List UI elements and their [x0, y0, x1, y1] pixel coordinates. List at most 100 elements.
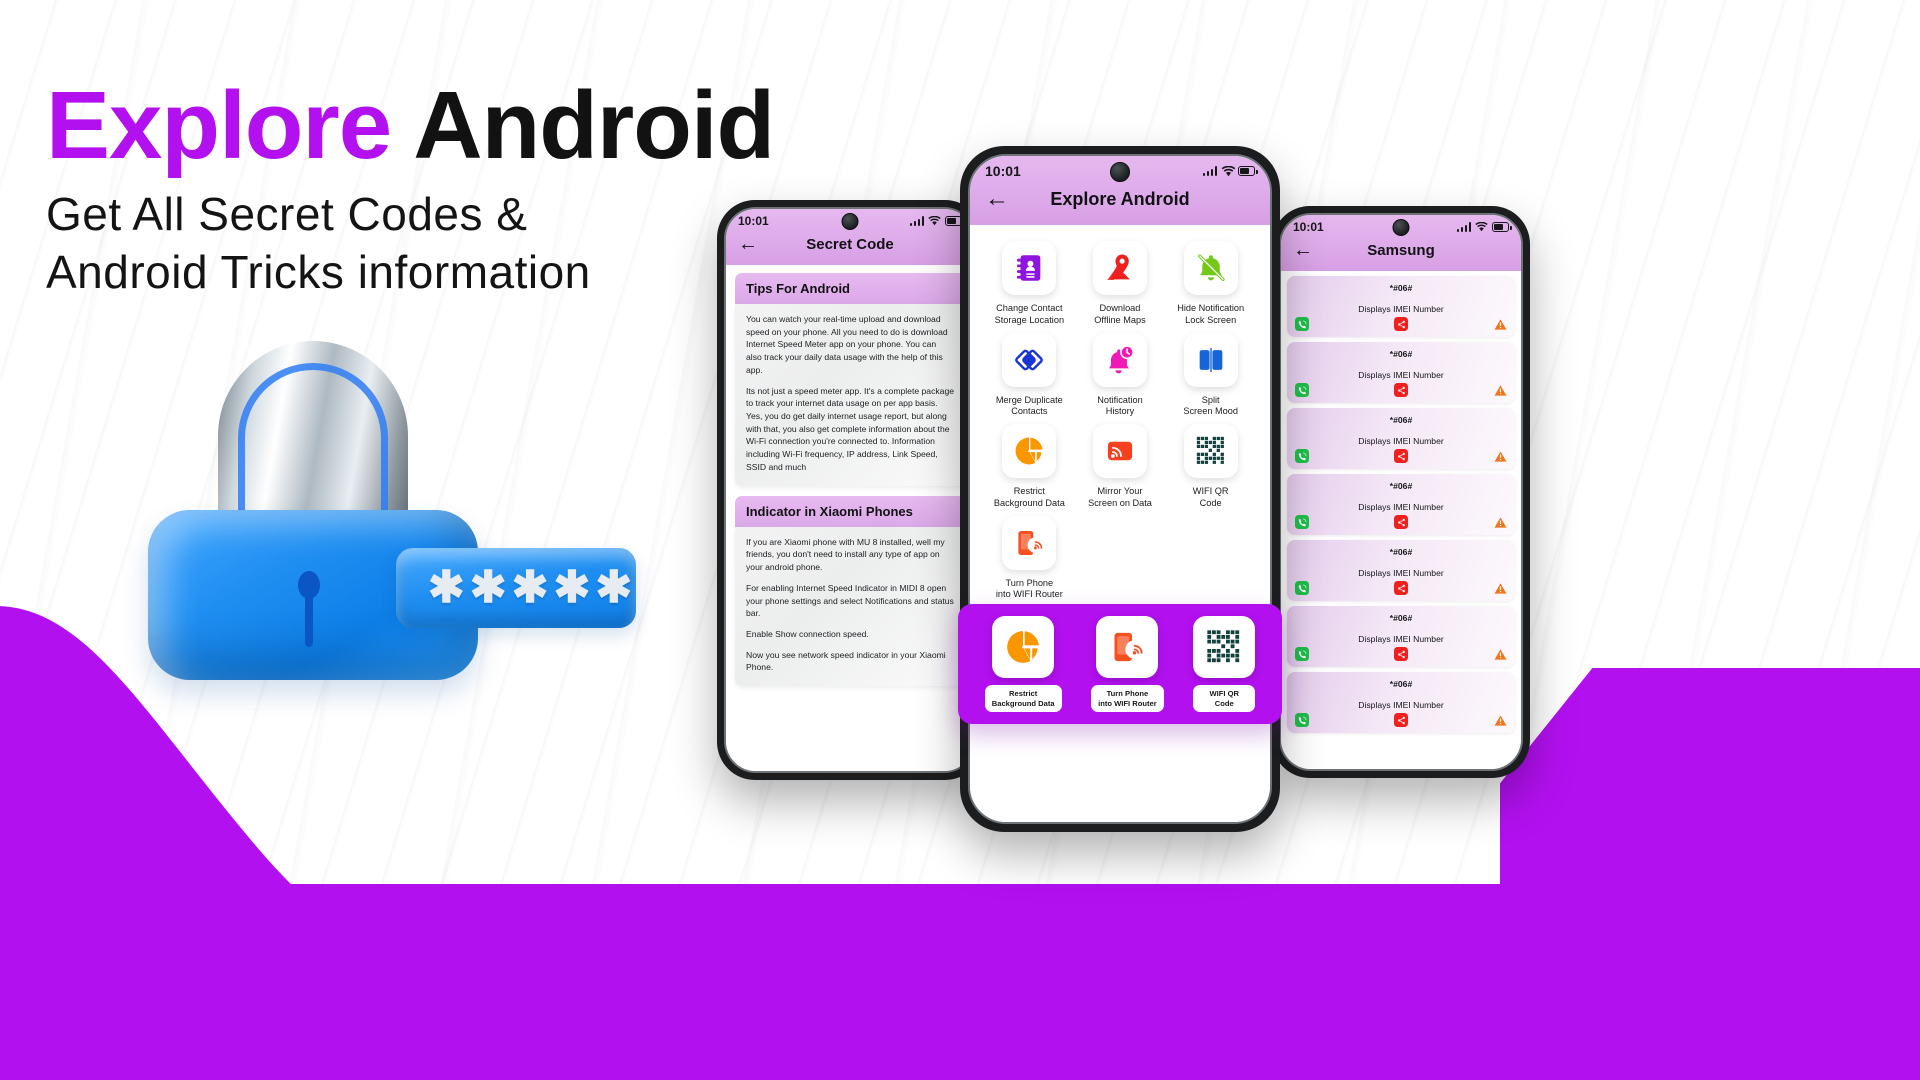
table-row[interactable]: *#06# Displays IMEI Number [1287, 474, 1515, 535]
warning-icon[interactable] [1493, 449, 1507, 463]
feature-tile-label: Merge Duplicate Contacts [995, 394, 1063, 417]
center-app-title: Explore Android [1050, 188, 1190, 209]
secret-code-value: *#06# [1389, 679, 1413, 689]
overlay-tile-pie-chart[interactable]: Restrict Background Data [984, 616, 1062, 712]
secret-code-value: *#06# [1389, 415, 1413, 425]
signal-icon [1202, 166, 1217, 176]
bell-clock-icon[interactable] [1092, 332, 1147, 387]
center-screen: Change Contact Storage Location Download … [970, 225, 1270, 822]
feature-tile-bell-muted[interactable]: Hide Notification Lock Screen [1165, 241, 1256, 327]
asterisk-icon: ✱ [511, 563, 549, 612]
table-row[interactable]: *#06# Displays IMEI Number [1287, 342, 1515, 403]
table-row[interactable]: *#06# Displays IMEI Number [1287, 408, 1515, 469]
overlay-tile-label: Restrict Background Data [984, 685, 1062, 712]
asterisk-icon: ✱ [427, 563, 465, 612]
split-screen-icon[interactable] [1183, 332, 1238, 387]
asterisk-icon: ✱ [469, 563, 507, 612]
feature-tile-label: Turn Phone into WIFI Router [995, 577, 1063, 600]
screen-cast-icon[interactable] [1092, 424, 1147, 479]
call-icon[interactable] [1295, 713, 1309, 727]
share-icon[interactable] [1394, 647, 1408, 661]
back-button[interactable]: ← [1293, 240, 1313, 260]
merge-diamonds-icon[interactable] [1002, 332, 1057, 387]
overlay-tile-phone-hotspot[interactable]: Turn Phone into WIFI Router [1091, 616, 1164, 712]
padlock-illustration: ✱ ✱ ✱ ✱ ✱ [140, 335, 660, 680]
phone-hotspot-icon[interactable] [1002, 515, 1057, 570]
warning-icon[interactable] [1493, 581, 1507, 595]
share-icon[interactable] [1394, 449, 1408, 463]
right-app-title: Samsung [1367, 241, 1435, 259]
feature-tile-split-screen[interactable]: Split Screen Mood [1165, 332, 1256, 419]
phone-mockup-explore-android: 10:01 ← Explore Android Change Contact S… [958, 146, 1282, 832]
title-highlight: Explore [46, 72, 392, 179]
battery-icon [1238, 166, 1258, 176]
warning-icon[interactable] [1493, 515, 1507, 529]
call-icon[interactable] [1295, 515, 1309, 529]
feature-tile-label: Notification History [1097, 394, 1143, 417]
section-paragraph: Its not just a speed meter app. It's a c… [746, 385, 955, 472]
secret-code-description: Displays IMEI Number [1358, 304, 1444, 314]
overlay-tile-label: Turn Phone into WIFI Router [1091, 685, 1164, 712]
warning-icon[interactable] [1493, 383, 1507, 397]
call-icon[interactable] [1295, 449, 1309, 463]
secret-code-description: Displays IMEI Number [1358, 370, 1444, 380]
phone-hotspot-icon[interactable] [1096, 616, 1159, 679]
secret-code-list[interactable]: Tips For Android You can watch your real… [726, 265, 974, 704]
qr-code-icon[interactable] [1183, 424, 1238, 479]
feature-tile-label: Restrict Background Data [993, 486, 1065, 508]
table-row[interactable]: *#06# Displays IMEI Number [1287, 540, 1515, 601]
feature-tile-screen-cast[interactable]: Mirror Your Screen on Data [1075, 424, 1166, 510]
left-screen: Tips For Android You can watch your real… [726, 265, 974, 771]
left-appbar: 10:01 ← Secret Code [726, 209, 974, 265]
contacts-book-icon[interactable] [1002, 241, 1057, 295]
back-button[interactable]: ← [985, 187, 1009, 211]
asterisk-icon: ✱ [595, 563, 633, 612]
table-row[interactable]: *#06# Displays IMEI Number [1287, 672, 1515, 733]
battery-icon [1492, 222, 1512, 232]
share-icon[interactable] [1394, 713, 1408, 727]
feature-tile-qr-code[interactable]: WIFI QR Code [1165, 424, 1256, 510]
share-icon[interactable] [1394, 581, 1408, 595]
secret-code-description: Displays IMEI Number [1358, 568, 1444, 578]
secret-code-description: Displays IMEI Number [1358, 502, 1444, 512]
warning-icon[interactable] [1493, 713, 1507, 727]
feature-tile-bell-clock[interactable]: Notification History [1075, 332, 1166, 419]
secret-code-value: *#06# [1389, 349, 1413, 359]
signal-icon [909, 216, 924, 226]
warning-icon[interactable] [1493, 317, 1507, 331]
samsung-code-list[interactable]: *#06# Displays IMEI Number *#06# Displays I… [1281, 271, 1521, 743]
pie-chart-icon[interactable] [1002, 424, 1057, 479]
feature-tile-label: Download Offline Maps [1094, 303, 1146, 325]
call-icon[interactable] [1295, 317, 1309, 331]
table-row[interactable]: *#06# Displays IMEI Number [1287, 606, 1515, 667]
feature-tile-phone-hotspot[interactable]: Turn Phone into WIFI Router [984, 515, 1075, 602]
feature-tile-map-pin[interactable]: Download Offline Maps [1075, 241, 1166, 327]
qr-code-icon[interactable] [1193, 616, 1256, 679]
right-appbar: 10:01 ← Samsung [1281, 215, 1521, 271]
pie-chart-icon[interactable] [992, 616, 1055, 679]
call-icon[interactable] [1295, 383, 1309, 397]
left-app-title: Secret Code [806, 235, 894, 253]
share-icon[interactable] [1394, 383, 1408, 397]
overlay-tile-qr-code[interactable]: WIFI QR Code [1193, 616, 1256, 712]
bell-muted-icon[interactable] [1183, 241, 1238, 295]
share-icon[interactable] [1394, 515, 1408, 529]
map-pin-icon[interactable] [1092, 241, 1147, 295]
table-row[interactable]: *#06# Displays IMEI Number [1287, 276, 1515, 337]
back-button[interactable]: ← [738, 234, 758, 254]
feature-tile-contacts-book[interactable]: Change Contact Storage Location [984, 241, 1075, 327]
section-body: If you are Xiaomi phone with MU 8 instal… [735, 526, 965, 687]
feature-tile-merge-diamonds[interactable]: Merge Duplicate Contacts [984, 332, 1075, 419]
keyhole-icon [298, 571, 320, 647]
secret-code-description: Displays IMEI Number [1358, 634, 1444, 644]
secret-code-value: *#06# [1389, 547, 1413, 557]
feature-tile-pie-chart[interactable]: Restrict Background Data [984, 424, 1075, 510]
call-icon[interactable] [1295, 647, 1309, 661]
warning-icon[interactable] [1493, 647, 1507, 661]
share-icon[interactable] [1394, 317, 1408, 331]
section-heading: Tips For Android [735, 273, 965, 304]
overlay-tile-label: WIFI QR Code [1193, 685, 1256, 712]
secret-code-value: *#06# [1389, 283, 1413, 293]
featured-overlay-card: Restrict Background Data Turn Phone into … [958, 604, 1282, 724]
call-icon[interactable] [1295, 581, 1309, 595]
